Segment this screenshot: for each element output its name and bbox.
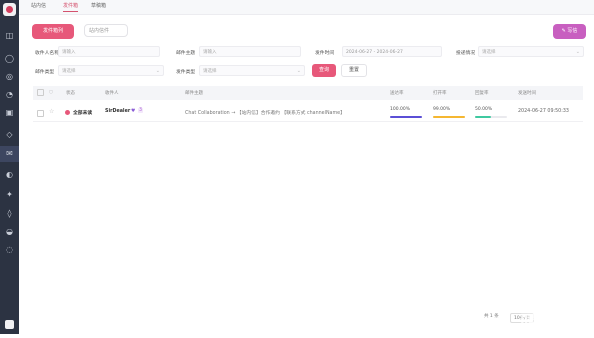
row-reply: 50.00% bbox=[475, 107, 493, 112]
row-status: 全部未读 bbox=[73, 111, 93, 116]
tab-drafts[interactable]: 草稿箱 bbox=[91, 2, 106, 9]
new-mail-button[interactable]: ✎ 写信 bbox=[553, 24, 586, 39]
star-icon[interactable]: ☆ bbox=[49, 108, 54, 115]
column-delivery: 送达率 bbox=[390, 91, 404, 96]
delivery-bar-fill bbox=[390, 116, 422, 118]
outbox-list-button[interactable]: 发件箱列 bbox=[32, 24, 74, 39]
table-header: ◌ 状态 收件人 邮件主题 送达率 打开率 回复率 发送时间 bbox=[33, 86, 583, 100]
row-open: 99.00% bbox=[433, 107, 451, 112]
row-subject[interactable]: Chat Collaboration → 【站内信】合作邀约 【联系方式 cha… bbox=[185, 109, 345, 116]
home-icon[interactable]: ◫ bbox=[5, 31, 14, 40]
shield-icon[interactable]: ◊ bbox=[5, 209, 14, 218]
search-button[interactable]: 查询 bbox=[312, 64, 336, 77]
type-label: 邮件类型 bbox=[35, 70, 55, 75]
open-bar bbox=[433, 116, 465, 118]
subject-input[interactable]: 请输入 bbox=[199, 46, 301, 57]
column-subject: 邮件主题 bbox=[185, 91, 203, 96]
reply-bar-fill bbox=[475, 116, 491, 118]
bell-icon[interactable]: ◒ bbox=[5, 227, 14, 236]
recipient-tag: 3 bbox=[138, 108, 144, 113]
recipient-input[interactable]: 请输入 bbox=[58, 46, 160, 57]
select-all-checkbox[interactable] bbox=[37, 89, 44, 96]
date-separator: - bbox=[373, 50, 376, 55]
chevron-down-icon: ⌄ bbox=[575, 49, 580, 55]
pen-icon: ✎ bbox=[561, 28, 566, 34]
app-logo[interactable] bbox=[3, 3, 16, 16]
table-row[interactable]: ☆ 全部未读 SirDealer ♥ 3 Chat Collaboration … bbox=[33, 104, 583, 122]
contacts-icon[interactable]: ◔ bbox=[5, 90, 14, 99]
verified-icon: ♥ bbox=[131, 109, 136, 114]
tab-inbox[interactable]: 站内信 bbox=[31, 2, 46, 9]
row-delivery: 100.00% bbox=[390, 107, 411, 112]
avatar[interactable] bbox=[5, 320, 14, 329]
status-select[interactable]: 请选择 ⌄ bbox=[478, 46, 584, 57]
folder-icon[interactable]: ▣ bbox=[5, 108, 14, 117]
chevron-down-icon: ⌄ bbox=[155, 68, 160, 74]
reply-bar bbox=[475, 116, 507, 118]
box-icon[interactable]: ◇ bbox=[5, 130, 14, 139]
date-end: 2024-06-27 bbox=[376, 50, 403, 55]
unread-dot-icon bbox=[65, 110, 70, 115]
settings-icon[interactable]: ✦ bbox=[5, 190, 14, 199]
users-icon[interactable]: ◎ bbox=[5, 72, 14, 81]
chevron-down-icon: ⌄ bbox=[296, 68, 301, 74]
date-range-input[interactable]: 2024-06-27 - 2024-06-27 bbox=[342, 46, 442, 57]
send-type-select[interactable]: 请选择 ⌄ bbox=[199, 65, 305, 76]
chart-icon[interactable]: ◐ bbox=[5, 170, 14, 179]
open-bar-fill bbox=[433, 116, 465, 118]
row-checkbox[interactable] bbox=[37, 110, 44, 117]
new-mail-label: 写信 bbox=[567, 28, 578, 34]
column-reply: 回复率 bbox=[475, 91, 489, 96]
sidebar: ◫ ◯ ◎ ◔ ▣ ◇ ◈ ✉ ◐ ✦ ◊ ◒ ◌ bbox=[0, 0, 19, 334]
row-time: 2024-06-27 09:50:33 bbox=[518, 109, 569, 114]
help-icon[interactable]: ◌ bbox=[5, 245, 14, 254]
mail-icon[interactable]: ✉ bbox=[0, 146, 19, 162]
subject-label: 邮件主题 bbox=[176, 51, 196, 56]
reset-button[interactable]: 重置 bbox=[341, 64, 367, 77]
total-count: 共 1 条 bbox=[484, 314, 499, 319]
send-type-select-value: 请选择 bbox=[203, 69, 217, 74]
column-status: 状态 bbox=[66, 91, 75, 96]
recipient-label: 收件人名称 bbox=[35, 51, 59, 56]
type-select-value: 请选择 bbox=[62, 69, 76, 74]
send-type-label: 发件类型 bbox=[176, 70, 196, 75]
status-select-value: 请选择 bbox=[482, 50, 496, 55]
star-header-icon: ◌ bbox=[49, 90, 53, 95]
row-recipient[interactable]: SirDealer bbox=[105, 109, 130, 114]
status-label: 投递情况 bbox=[456, 51, 476, 56]
user-icon[interactable]: ◯ bbox=[5, 54, 14, 63]
watermark: 嘻神游 bbox=[520, 312, 590, 337]
tab-outbox[interactable]: 发件箱 bbox=[63, 2, 79, 12]
column-recipient: 收件人 bbox=[105, 91, 119, 96]
site-mail-button[interactable]: 站内信件 bbox=[84, 24, 128, 37]
delivery-bar bbox=[390, 116, 422, 118]
date-start: 2024-06-27 bbox=[346, 50, 373, 55]
column-open: 打开率 bbox=[433, 91, 447, 96]
column-time: 发送时间 bbox=[518, 91, 536, 96]
top-tab-bar: 站内信 发件箱 草稿箱 bbox=[19, 0, 594, 15]
time-label: 发件时间 bbox=[315, 51, 335, 56]
type-select[interactable]: 请选择 ⌄ bbox=[58, 65, 164, 76]
